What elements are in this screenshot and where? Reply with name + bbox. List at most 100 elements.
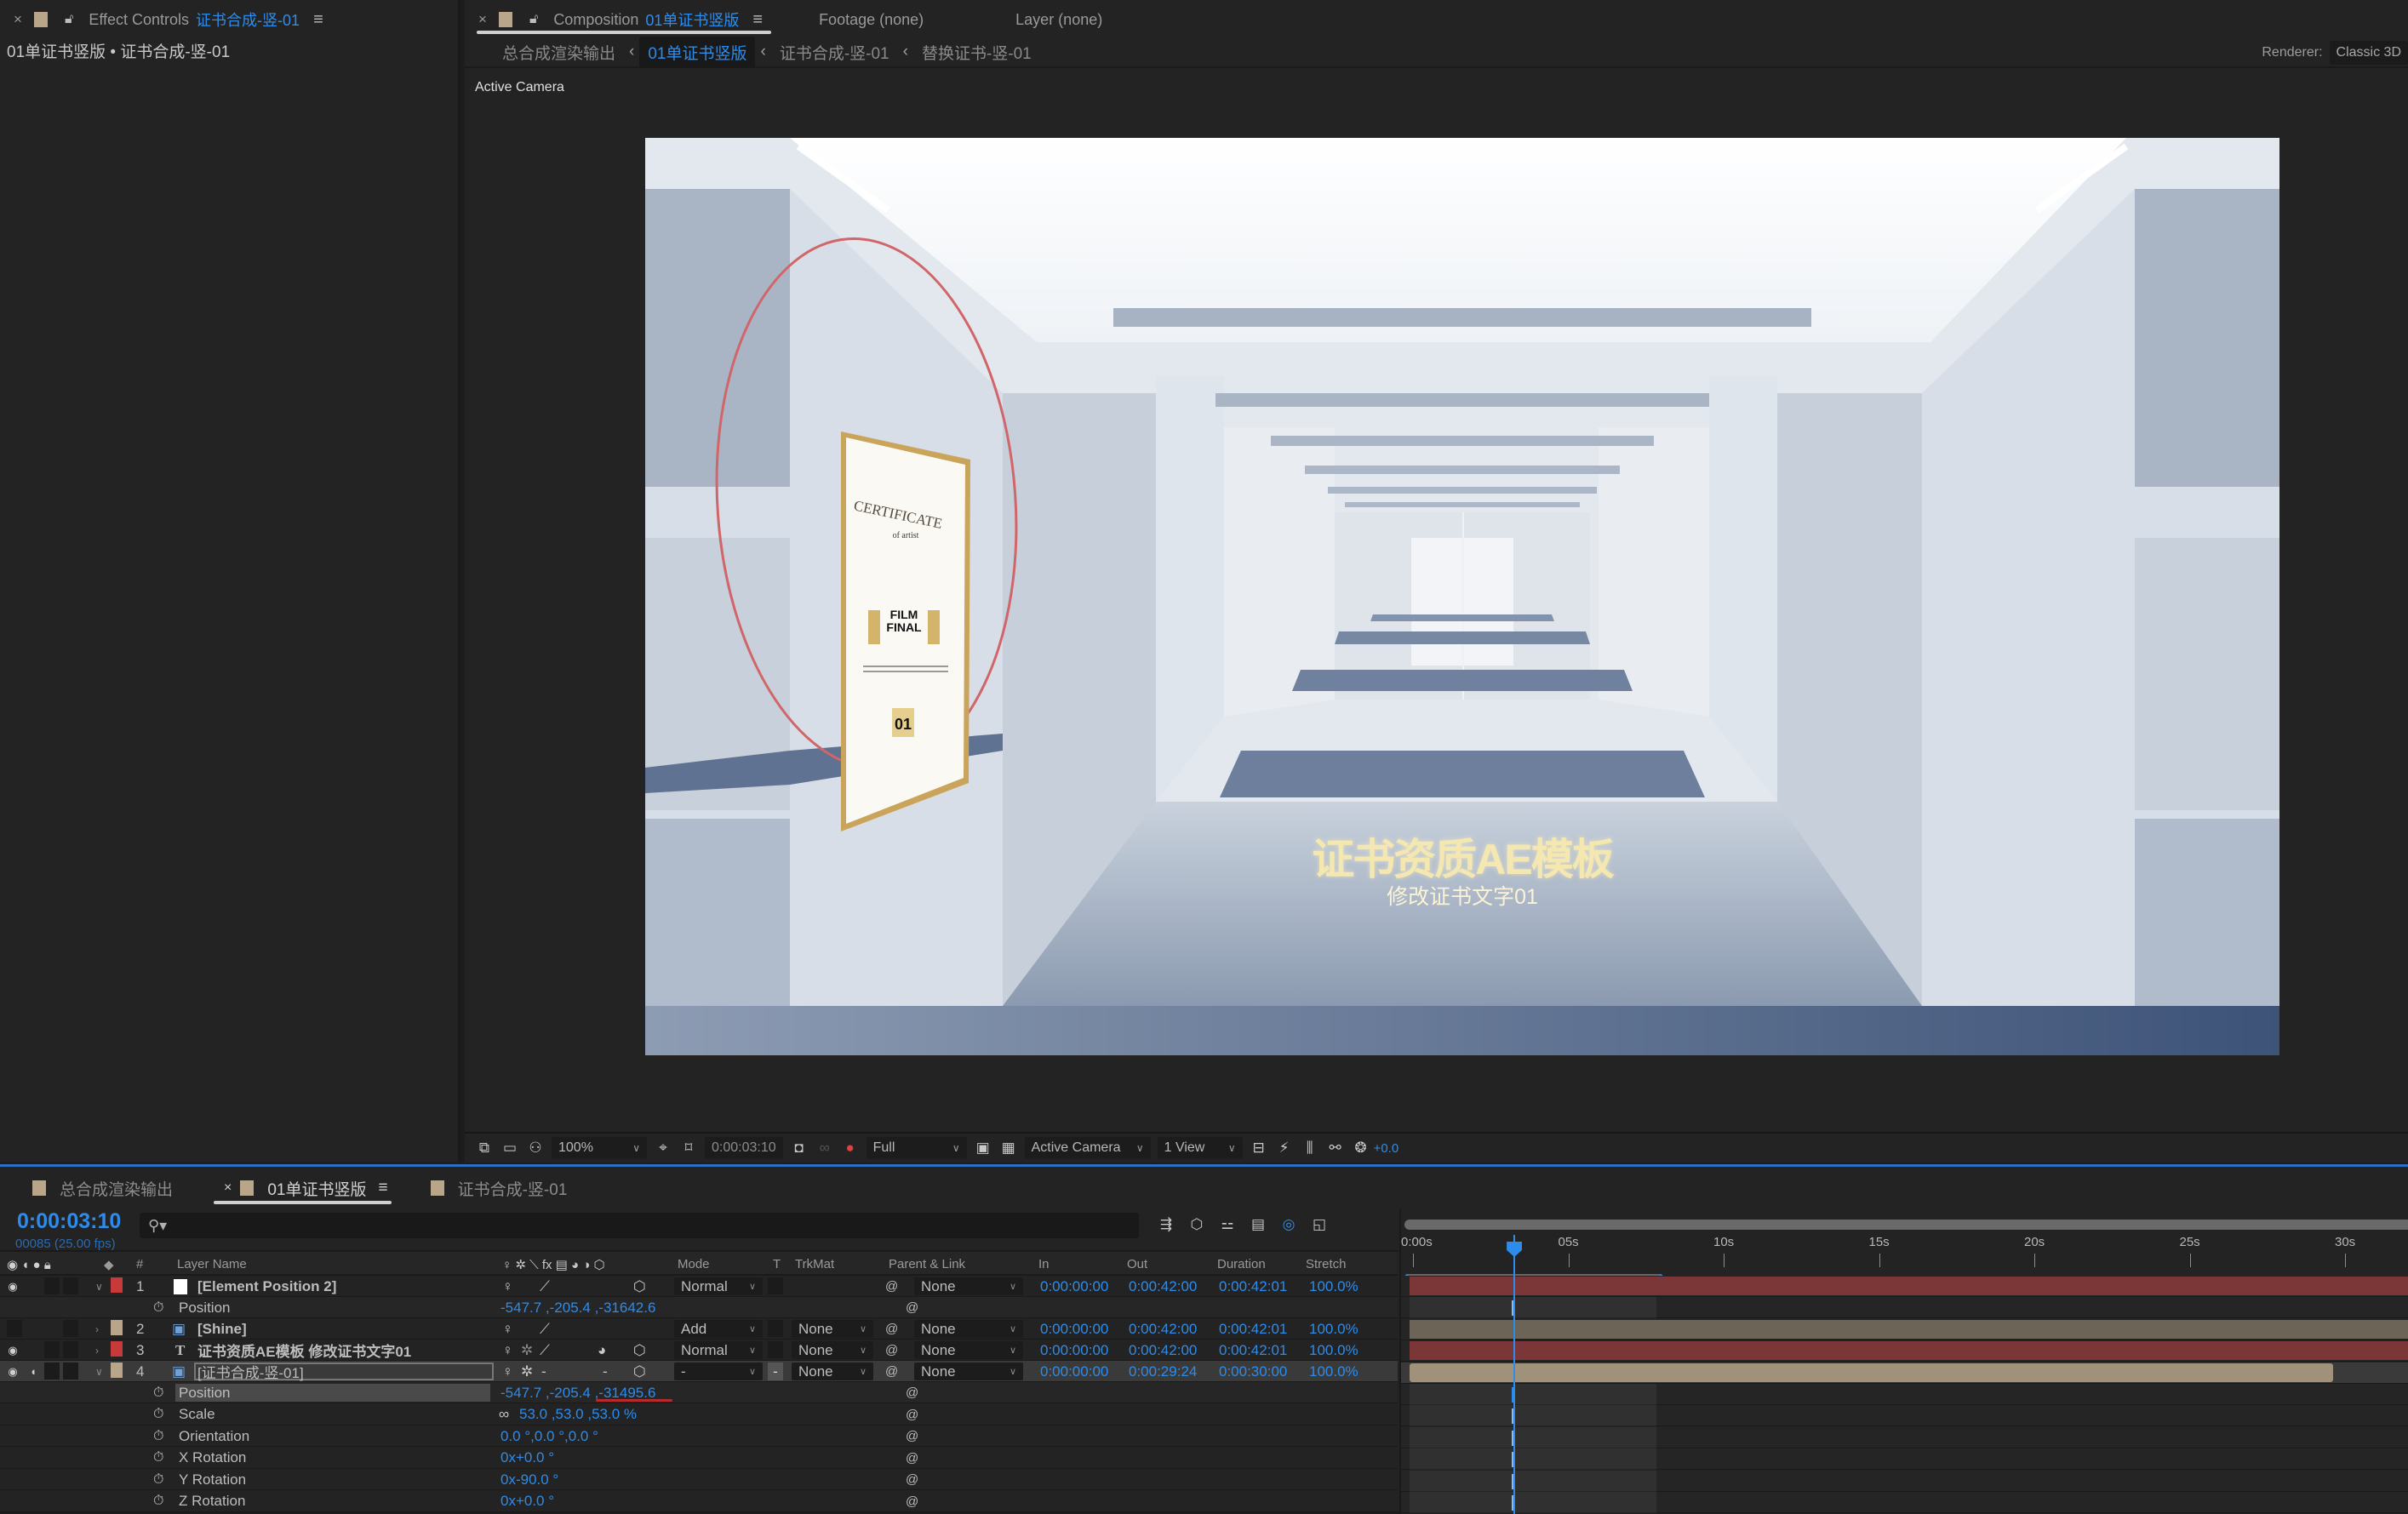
time-ruler[interactable]: 0:00s 05s 10s 15s 20s 25s 30s xyxy=(1401,1235,2408,1276)
chevron-right-icon[interactable]: › xyxy=(95,1341,99,1359)
shy-switch-icon[interactable]: ♀ xyxy=(502,1320,513,1338)
fast-preview-icon[interactable]: ▣ xyxy=(974,1139,992,1157)
frame-blending-icon[interactable]: ▤ xyxy=(1249,1215,1267,1234)
stretch-value[interactable]: 100.0% xyxy=(1309,1363,1358,1380)
label-color[interactable] xyxy=(111,1363,123,1378)
lock-toggle[interactable] xyxy=(63,1277,78,1294)
property-track[interactable] xyxy=(1401,1448,2408,1471)
resolution-select[interactable]: Full ∨ xyxy=(866,1137,967,1159)
pickwhip-icon[interactable]: @ xyxy=(906,1449,918,1467)
chevron-down-icon[interactable]: ∨ xyxy=(95,1363,103,1380)
3d-layer-icon[interactable]: ⬡ xyxy=(633,1363,646,1380)
footage-tab[interactable]: Footage (none) xyxy=(819,11,924,29)
parent-select[interactable]: None ∨ xyxy=(914,1363,1023,1380)
time-navigator-bar[interactable] xyxy=(1404,1220,2408,1230)
layer-track[interactable] xyxy=(1401,1340,2408,1363)
close-icon[interactable]: × xyxy=(224,1180,232,1196)
collapse-switch-icon[interactable]: ✲ xyxy=(521,1363,533,1380)
constrain-proportions-link-icon[interactable]: ∞ xyxy=(499,1406,509,1424)
camera-view-select[interactable]: Active Camera ∨ xyxy=(1024,1137,1151,1159)
motion-blur-switch-icon[interactable]: ◕ xyxy=(598,1341,606,1359)
composition-tab[interactable]: × 🔓︎ Composition 01单证书竖版 ≡ xyxy=(465,0,772,39)
zoom-select[interactable]: 100% ∨ xyxy=(552,1137,647,1159)
breadcrumb-item-active[interactable]: 01单证书竖版 xyxy=(639,36,756,68)
mode-select[interactable]: Normal ∨ xyxy=(674,1341,763,1359)
parent-select[interactable]: None ∨ xyxy=(914,1320,1023,1338)
property-track[interactable] xyxy=(1401,1384,2408,1405)
in-time[interactable]: 0:00:00:00 xyxy=(1040,1277,1108,1295)
duration-time[interactable]: 0:00:30:00 xyxy=(1219,1363,1287,1380)
mode-select[interactable]: Normal ∨ xyxy=(674,1277,763,1295)
shy-layers-icon[interactable]: ⚍ xyxy=(1218,1215,1237,1234)
timeline-icon[interactable]: ⫼ xyxy=(1301,1139,1319,1157)
viewer-timecode[interactable]: 0:00:03:10 xyxy=(705,1137,783,1159)
timeline-graph-area[interactable]: 0:00s 05s 10s 15s 20s 25s 30s xyxy=(1399,1209,2408,1514)
property-row[interactable]: ⏱ Scale ∞ 53.0 ,53.0 ,53.0 % @ xyxy=(0,1403,1398,1425)
shy-switch-icon[interactable]: ♀ xyxy=(502,1341,513,1359)
property-value[interactable]: -547.7 ,-205.4 ,-31642.6 xyxy=(500,1299,655,1317)
close-icon[interactable]: × xyxy=(478,11,487,28)
property-row[interactable]: ⏱ Position -547.7 ,-205.4 ,-31495.6 @ xyxy=(0,1382,1398,1403)
pickwhip-icon[interactable]: @ xyxy=(885,1320,898,1338)
unlock-icon[interactable]: 🔓︎ xyxy=(529,12,538,27)
visibility-eye-icon[interactable]: ◉ xyxy=(3,1363,22,1380)
quality-switch-icon[interactable]: ⟋ xyxy=(540,1277,550,1295)
layer-name-edit-field[interactable]: [证书合成-竖-01] xyxy=(194,1363,494,1381)
out-time[interactable]: 0:00:42:00 xyxy=(1129,1320,1197,1338)
3d-layer-icon[interactable]: ⬡ xyxy=(633,1277,646,1295)
label-color[interactable] xyxy=(111,1320,123,1335)
property-value[interactable]: 0x+0.0 ° xyxy=(500,1493,554,1511)
stretch-value[interactable]: 100.0% xyxy=(1309,1320,1358,1338)
layer-track[interactable] xyxy=(1401,1318,2408,1340)
solo-toggle[interactable] xyxy=(44,1363,60,1380)
lock-toggle[interactable] xyxy=(63,1363,78,1380)
duration-time[interactable]: 0:00:42:01 xyxy=(1219,1320,1287,1338)
out-time[interactable]: 0:00:42:00 xyxy=(1129,1277,1197,1295)
trkmat-select[interactable]: None ∨ xyxy=(792,1363,873,1380)
layer-track[interactable] xyxy=(1401,1276,2408,1297)
property-row[interactable]: ⏱ X Rotation 0x+0.0 ° @ xyxy=(0,1447,1398,1469)
mode-select[interactable]: Add ∨ xyxy=(674,1320,763,1338)
always-preview-icon[interactable]: ⧉ xyxy=(475,1139,494,1157)
in-time[interactable]: 0:00:00:00 xyxy=(1040,1341,1108,1359)
duration-time[interactable]: 0:00:42:01 xyxy=(1219,1277,1287,1295)
out-time[interactable]: 0:00:29:24 xyxy=(1129,1363,1197,1380)
parent-select[interactable]: None ∨ xyxy=(914,1341,1023,1359)
toggle-pixel-aspect-icon[interactable]: ⊟ xyxy=(1250,1139,1268,1157)
composition-viewer[interactable]: CERTIFICATE of artist FILM FINAL 01 证书资质… xyxy=(645,138,2279,1055)
draft-3d-icon[interactable]: ⬡ xyxy=(1187,1215,1206,1234)
property-row[interactable]: ⏱ Y Rotation 0x-90.0 ° @ xyxy=(0,1469,1398,1490)
view-layout-select[interactable]: 1 View ∨ xyxy=(1157,1137,1243,1159)
stopwatch-icon[interactable]: ⏱ xyxy=(153,1299,163,1317)
panel-menu-icon[interactable]: ≡ xyxy=(313,10,323,30)
effect-controls-tab[interactable]: × 🔓︎ Effect Controls 证书合成-竖-01 ≡ xyxy=(0,0,458,39)
property-value[interactable]: 0x+0.0 ° xyxy=(500,1449,554,1467)
trkmat-select[interactable]: None ∨ xyxy=(792,1341,873,1359)
unlock-icon[interactable]: 🔓︎ xyxy=(65,12,73,27)
layer-name[interactable]: [Element Position 2] xyxy=(197,1277,336,1295)
monitor-icon[interactable]: ▭ xyxy=(500,1139,519,1157)
timeline-tab[interactable]: 证书合成-竖-01 xyxy=(430,1167,567,1209)
pickwhip-icon[interactable]: @ xyxy=(906,1493,918,1511)
property-row[interactable]: ⏱ Position -547.7 ,-205.4 ,-31642.6 @ xyxy=(0,1297,1398,1318)
pickwhip-icon[interactable]: @ xyxy=(906,1299,918,1317)
layer-row[interactable]: › 2 ▣ [Shine] ♀ ⟋ Add ∨ None ∨ @ None ∨ 0:0… xyxy=(0,1318,1398,1340)
panel-menu-icon[interactable]: ≡ xyxy=(752,10,763,30)
pickwhip-icon[interactable]: @ xyxy=(885,1277,898,1295)
pickwhip-icon[interactable]: @ xyxy=(906,1471,918,1488)
mask-icon[interactable]: ⚇ xyxy=(526,1139,545,1157)
stopwatch-icon[interactable]: ⏱ xyxy=(153,1493,163,1511)
audio-speaker-icon[interactable]: ◖ xyxy=(24,1363,43,1380)
visibility-toggle[interactable] xyxy=(7,1320,22,1337)
in-time[interactable]: 0:00:00:00 xyxy=(1040,1320,1108,1338)
preserve-transparency-toggle[interactable] xyxy=(768,1277,783,1294)
property-track[interactable] xyxy=(1401,1297,2408,1319)
quality-switch-icon[interactable]: ⟋ xyxy=(540,1320,550,1338)
label-color[interactable] xyxy=(111,1341,123,1357)
solo-toggle[interactable] xyxy=(44,1341,60,1358)
close-icon[interactable]: × xyxy=(14,11,22,28)
show-snapshot-icon[interactable]: ∞ xyxy=(815,1139,834,1157)
solo-toggle[interactable] xyxy=(44,1277,60,1294)
layer-row[interactable]: ◉ › 3 T 证书资质AE模板 修改证书文字01 ♀ ✲ ⟋ ◕ ⬡ Norm… xyxy=(0,1340,1398,1361)
out-time[interactable]: 0:00:42:00 xyxy=(1129,1341,1197,1359)
